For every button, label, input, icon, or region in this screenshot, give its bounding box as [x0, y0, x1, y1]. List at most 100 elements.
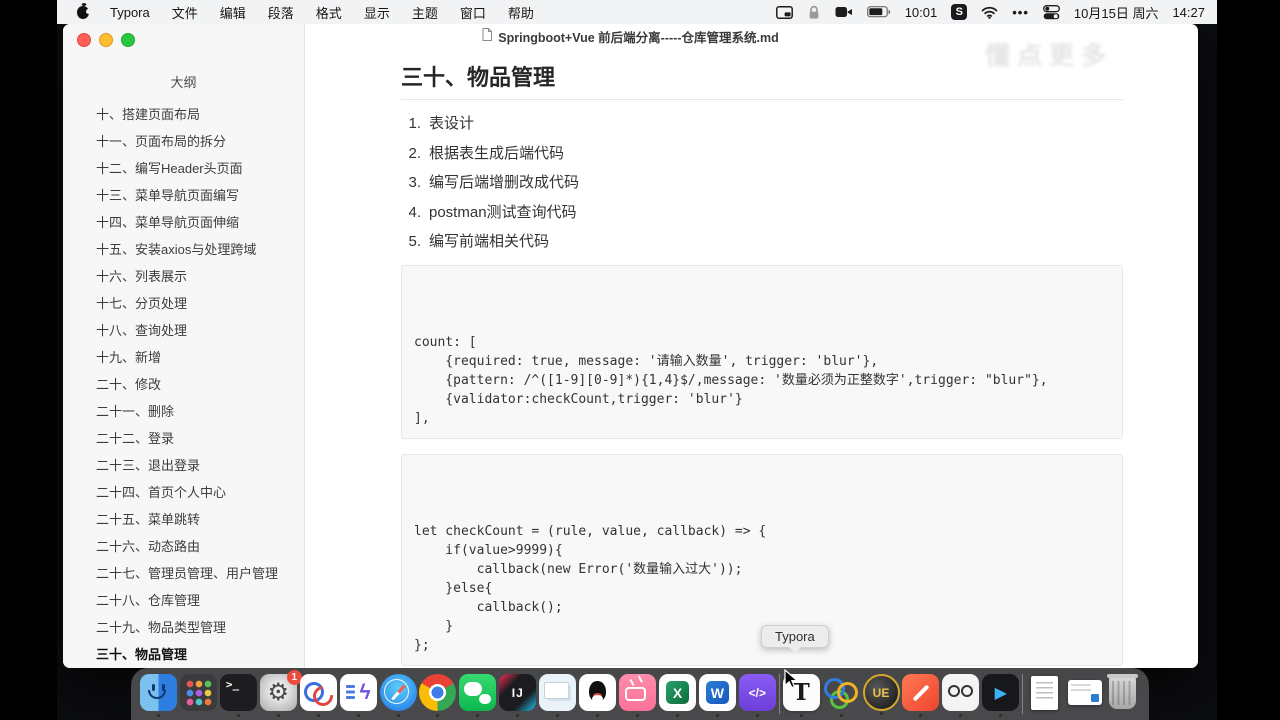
outline-item[interactable]: 十九、新增	[63, 344, 304, 371]
dock-trash[interactable]	[1106, 674, 1140, 711]
outline-item[interactable]: 十一、页面布局的拆分	[63, 128, 304, 155]
dock-intellij-idea[interactable]: IJ	[499, 674, 537, 717]
list-item: 5. 编写前端相关代码	[401, 234, 1123, 250]
dock-icon-glyph: >_	[225, 678, 240, 691]
menu-item-theme[interactable]: 主题	[401, 3, 449, 22]
outline-item[interactable]: 二十三、退出登录	[63, 452, 304, 479]
menu-bar: Typora 文件 编辑 段落 格式 显示 主题 窗口 帮助 10:01 S ••• 10月15…	[57, 0, 1217, 24]
menu-item-paragraph[interactable]: 段落	[257, 3, 305, 22]
dock-rings-app[interactable]	[823, 674, 860, 717]
dock-video-player[interactable]: ▶	[982, 674, 1020, 717]
dock-finder[interactable]	[140, 674, 177, 717]
pip-icon[interactable]	[775, 5, 793, 19]
dock-lightning-app[interactable]: ϟ	[339, 674, 377, 717]
outline-item[interactable]: 十六、列表展示	[63, 263, 304, 290]
outline-item[interactable]: 二十二、登录	[63, 425, 304, 452]
dock-icon-glyph: T	[792, 679, 810, 706]
dock-safari[interactable]	[379, 674, 417, 717]
dock-system-preferences[interactable]: ⚙ 1	[259, 670, 302, 717]
list-item-number: 1.	[408, 115, 421, 132]
outline-item[interactable]: 十三、菜单导航页面编写	[63, 182, 304, 209]
window-controls	[77, 33, 135, 47]
dock-terminal[interactable]: >_	[219, 674, 257, 717]
list-item: 4. postman测试查询代码	[401, 203, 1123, 221]
menu-item-format[interactable]: 格式	[305, 3, 353, 22]
close-button[interactable]	[77, 33, 91, 47]
outline-item[interactable]: 二十一、删除	[63, 398, 304, 425]
list-item-number: 2.	[408, 144, 421, 162]
outline-item[interactable]: 十七、分页处理	[63, 290, 304, 317]
list-item-text: 编写后端增删改成代码	[429, 174, 580, 191]
menu-item-typora[interactable]: Typora	[99, 5, 161, 20]
dock-typora[interactable]: T	[782, 674, 820, 717]
menu-item-help[interactable]: 帮助	[497, 3, 545, 22]
control-center-icon[interactable]	[1042, 4, 1060, 20]
running-indicator	[436, 714, 440, 717]
outline-item[interactable]: 三十、物品管理	[63, 641, 304, 668]
dock-knot-app[interactable]	[299, 674, 337, 717]
dock-screen-recorder[interactable]	[942, 674, 980, 717]
mac-screen: Typora 文件 编辑 段落 格式 显示 主题 窗口 帮助 10:01 S ••• 10月15…	[57, 0, 1217, 720]
outline-item[interactable]: 二十四、首页个人中心	[63, 479, 304, 506]
running-indicator	[636, 714, 640, 717]
outline-item[interactable]: 十二、编写Header头页面	[63, 155, 304, 182]
dock-ultraedit[interactable]: UE	[862, 674, 900, 715]
dock-icon-glyph: ⚙	[267, 678, 290, 706]
lock-icon[interactable]	[807, 5, 821, 20]
input-method-icon[interactable]: S	[951, 4, 968, 20]
outline-item[interactable]: 二十六、动态路由	[63, 533, 304, 560]
outline-item[interactable]: 二十九、物品类型管理	[63, 614, 304, 641]
menu-item-view[interactable]: 显示	[353, 3, 401, 22]
menu-item-edit[interactable]: 编辑	[209, 3, 257, 22]
wifi-icon[interactable]	[981, 6, 998, 19]
minimize-button[interactable]	[99, 33, 113, 47]
list-item-number: 3.	[408, 174, 421, 191]
editor-area[interactable]: 三十、物品管理 1. 表设计 2. 根据表生成后端代码 3. 编写后端增删改成代码 4. po…	[306, 48, 1198, 668]
dock-code-editor[interactable]: </>	[738, 674, 776, 717]
desktop: Typora 文件 编辑 段落 格式 显示 主题 窗口 帮助 10:01 S ••• 10月15…	[0, 0, 1280, 720]
zoom-button[interactable]	[121, 33, 135, 47]
battery-icon[interactable]	[866, 6, 891, 18]
running-indicator	[675, 714, 679, 717]
dock-icon-glyph: X	[665, 681, 689, 704]
ordered-list-top: 1. 表设计 2. 根据表生成后端代码 3. 编写后端增删改成代码 4. postman测试查…	[401, 116, 1123, 250]
apple-menu-icon[interactable]	[77, 5, 91, 19]
running-indicator	[236, 714, 240, 717]
dock-minimized-window[interactable]	[1066, 674, 1103, 711]
list-item-number: 4.	[408, 203, 421, 221]
dock-downloads-document[interactable]	[1026, 674, 1063, 711]
dock-word[interactable]: W	[698, 674, 736, 717]
menu-clock[interactable]: 14:27	[1172, 5, 1205, 20]
list-item: 1. 表设计	[401, 116, 1123, 132]
menu-item-file[interactable]: 文件	[161, 3, 209, 22]
outline-item[interactable]: 十四、菜单导航页面伸缩	[63, 209, 304, 236]
list-item-text: postman测试查询代码	[429, 203, 577, 221]
dock-wechat[interactable]	[459, 674, 497, 717]
dock-qq[interactable]	[579, 674, 617, 717]
list-item-text: 根据表生成后端代码	[429, 144, 565, 162]
dock-excel[interactable]: X	[658, 674, 696, 717]
code-block-count-rules: count: [ {required: true, message: '请输入数…	[401, 265, 1123, 439]
more-status-icon[interactable]: •••	[1012, 5, 1029, 20]
dock-screenshot-app[interactable]	[539, 674, 577, 717]
list-item-text: 表设计	[429, 115, 475, 132]
dock-tooltip: Typora	[761, 625, 829, 653]
code-line: {required: true, message: '请输入数量', trigg…	[414, 354, 879, 369]
outline-item[interactable]: 二十七、管理员管理、用户管理	[63, 560, 304, 587]
list-item-number: 5.	[408, 233, 421, 250]
screen-record-icon[interactable]	[835, 6, 853, 18]
dock-launchpad[interactable]	[179, 674, 217, 711]
dock-icon-glyph	[823, 678, 845, 699]
dock-bilibili[interactable]	[619, 674, 657, 717]
outline-item[interactable]: 十八、查询处理	[63, 317, 304, 344]
outline-item[interactable]: 二十五、菜单跳转	[63, 506, 304, 533]
menu-item-window[interactable]: 窗口	[449, 3, 497, 22]
dock-pen-app[interactable]	[902, 674, 940, 717]
outline-item[interactable]: 十五、安装axios与处理跨域	[63, 236, 304, 263]
outline-item[interactable]: 二十、修改	[63, 371, 304, 398]
dock-chrome[interactable]	[419, 674, 457, 717]
outline-item[interactable]: 二十八、仓库管理	[63, 587, 304, 614]
outline-item[interactable]: 十、搭建页面布局	[63, 101, 304, 128]
dock-icon-glyph	[912, 684, 930, 701]
menu-date[interactable]: 10月15日 周六	[1074, 3, 1159, 22]
